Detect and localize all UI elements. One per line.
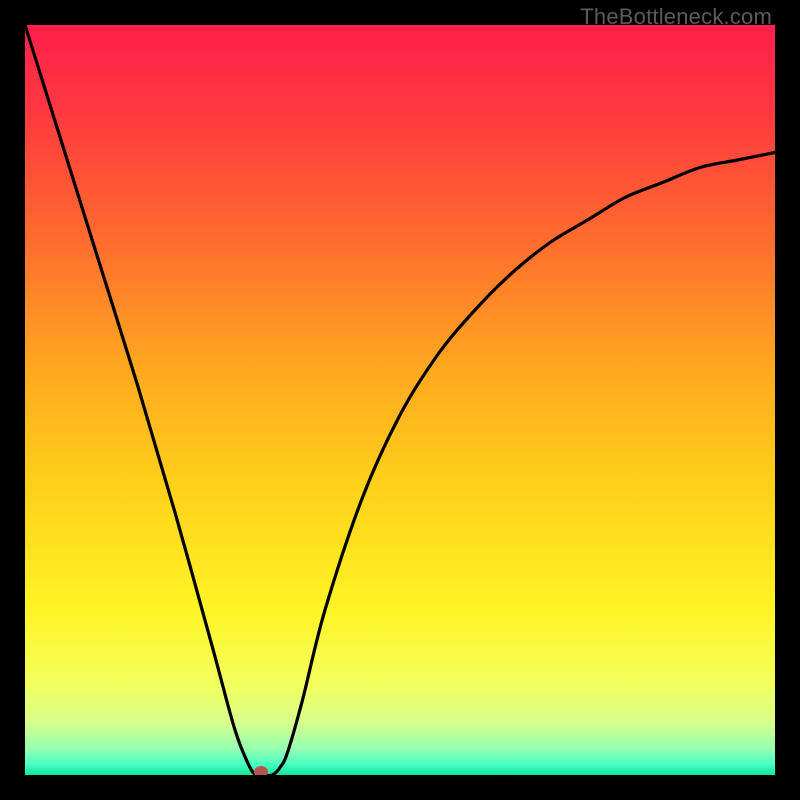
bottleneck-curve [25,25,775,775]
minimum-marker-icon [254,766,268,775]
plot-area [25,25,775,775]
curve-layer [25,25,775,775]
chart-frame: TheBottleneck.com [0,0,800,800]
